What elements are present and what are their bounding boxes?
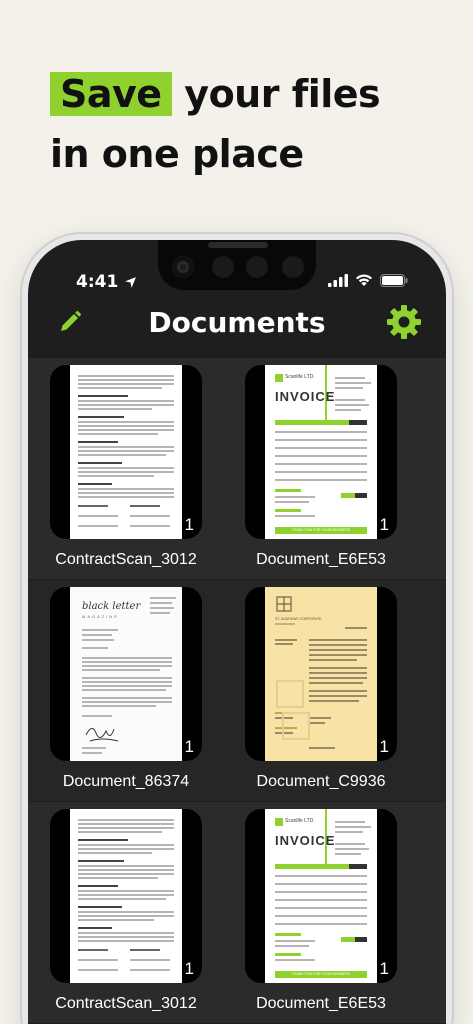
app-screen: 4:41 Documents 1 ContractScan_3012 Scanl… bbox=[28, 240, 446, 1024]
gear-icon[interactable] bbox=[386, 304, 422, 340]
page-count: 1 bbox=[379, 959, 389, 978]
invoice-company: Scanlife LTD. bbox=[285, 818, 315, 824]
document-thumbnail[interactable]: 1 bbox=[50, 809, 202, 983]
location-arrow-icon bbox=[125, 276, 137, 288]
signature-icon bbox=[85, 728, 119, 742]
page-count: 1 bbox=[379, 737, 389, 756]
document-row: 1 ContractScan_3012 Scanlife LTD. INVOIC… bbox=[28, 358, 446, 580]
document-thumbnail[interactable]: Scanlife LTD. INVOICE THANK YOU FOR YOUR… bbox=[245, 809, 397, 983]
navigation-bar: Documents bbox=[28, 296, 446, 352]
page-count: 1 bbox=[184, 515, 194, 534]
document-item[interactable]: ST. ANDREWS CORPORATE 1 Document_C9936 bbox=[245, 587, 397, 791]
invoice-page-preview: Scanlife LTD. INVOICE THANK YOU FOR YOUR… bbox=[265, 365, 377, 539]
invoice-footer: THANK YOU FOR YOUR BUSINESS bbox=[291, 528, 351, 532]
document-item[interactable]: Scanlife LTD. INVOICE THANK YOU FOR YOUR… bbox=[245, 365, 397, 569]
letter-sub: MAGAZINE bbox=[82, 614, 119, 619]
invoice-title: INVOICE bbox=[275, 833, 336, 848]
promo-line2: in one place bbox=[50, 132, 304, 176]
document-thumbnail[interactable]: Scanlife LTD. INVOICE THANK YOU FOR YOUR… bbox=[245, 365, 397, 539]
document-thumbnail[interactable]: black letter MAGAZINE 1 bbox=[50, 587, 202, 761]
document-name: ContractScan_3012 bbox=[55, 995, 197, 1012]
status-indicators bbox=[328, 274, 408, 287]
invoice-footer: THANK YOU FOR YOUR BUSINESS bbox=[291, 972, 351, 976]
battery-icon bbox=[380, 274, 408, 287]
wifi-icon bbox=[356, 274, 372, 286]
sensor bbox=[282, 256, 304, 278]
document-row: 1 ContractScan_3012 Scanlife LTD. INVOIC… bbox=[28, 802, 446, 1024]
notch bbox=[158, 240, 316, 290]
document-item[interactable]: Scanlife LTD. INVOICE THANK YOU FOR YOUR… bbox=[245, 809, 397, 1013]
contract-page-preview bbox=[70, 809, 182, 983]
document-name: Document_E6E53 bbox=[256, 995, 386, 1012]
page-title: Documents bbox=[148, 306, 326, 339]
document-name: Document_C9936 bbox=[256, 773, 386, 790]
camera bbox=[172, 256, 194, 278]
cellular-signal-icon bbox=[328, 274, 348, 287]
letter-brand: black letter bbox=[82, 601, 141, 612]
watermark-shape bbox=[276, 680, 310, 740]
promo-line1-rest: your files bbox=[171, 72, 381, 116]
page-count: 1 bbox=[184, 959, 194, 978]
page-count: 1 bbox=[379, 515, 389, 534]
promo-highlight: Save bbox=[50, 72, 172, 116]
page-count: 1 bbox=[184, 737, 194, 756]
sensor bbox=[246, 256, 268, 278]
status-time: 4:41 bbox=[76, 272, 137, 292]
document-item[interactable]: 1 ContractScan_3012 bbox=[50, 365, 202, 569]
contract-page-preview bbox=[70, 365, 182, 539]
document-item[interactable]: 1 ContractScan_3012 bbox=[50, 809, 202, 1013]
document-item[interactable]: black letter MAGAZINE 1 Document_86374 bbox=[50, 587, 202, 791]
document-thumbnail[interactable]: 1 bbox=[50, 365, 202, 539]
document-name: ContractScan_3012 bbox=[55, 551, 197, 568]
document-name: Document_86374 bbox=[62, 773, 190, 790]
invoice-title: INVOICE bbox=[275, 389, 336, 404]
invoice-page-preview: Scanlife LTD. INVOICE THANK YOU FOR YOUR… bbox=[265, 809, 377, 983]
status-time-text: 4:41 bbox=[76, 272, 119, 292]
invoice-company: Scanlife LTD. bbox=[285, 374, 315, 380]
speaker bbox=[208, 242, 268, 248]
logo-icon bbox=[276, 596, 292, 612]
document-row: black letter MAGAZINE 1 Document_86374 S… bbox=[28, 580, 446, 802]
promo-headline: Save your files in one place bbox=[50, 64, 381, 184]
documents-grid: 1 ContractScan_3012 Scanlife LTD. INVOIC… bbox=[28, 358, 446, 1024]
phone-frame: 4:41 Documents 1 ContractScan_3012 Scanl… bbox=[22, 234, 452, 1024]
letter-page-preview: black letter MAGAZINE bbox=[70, 587, 182, 761]
sensor bbox=[212, 256, 234, 278]
document-name: Document_E6E53 bbox=[256, 551, 386, 568]
document-thumbnail[interactable]: ST. ANDREWS CORPORATE 1 bbox=[245, 587, 397, 761]
letterhead-page-preview: ST. ANDREWS CORPORATE bbox=[265, 587, 377, 761]
letterhead-brand: ST. ANDREWS CORPORATE bbox=[275, 617, 322, 621]
